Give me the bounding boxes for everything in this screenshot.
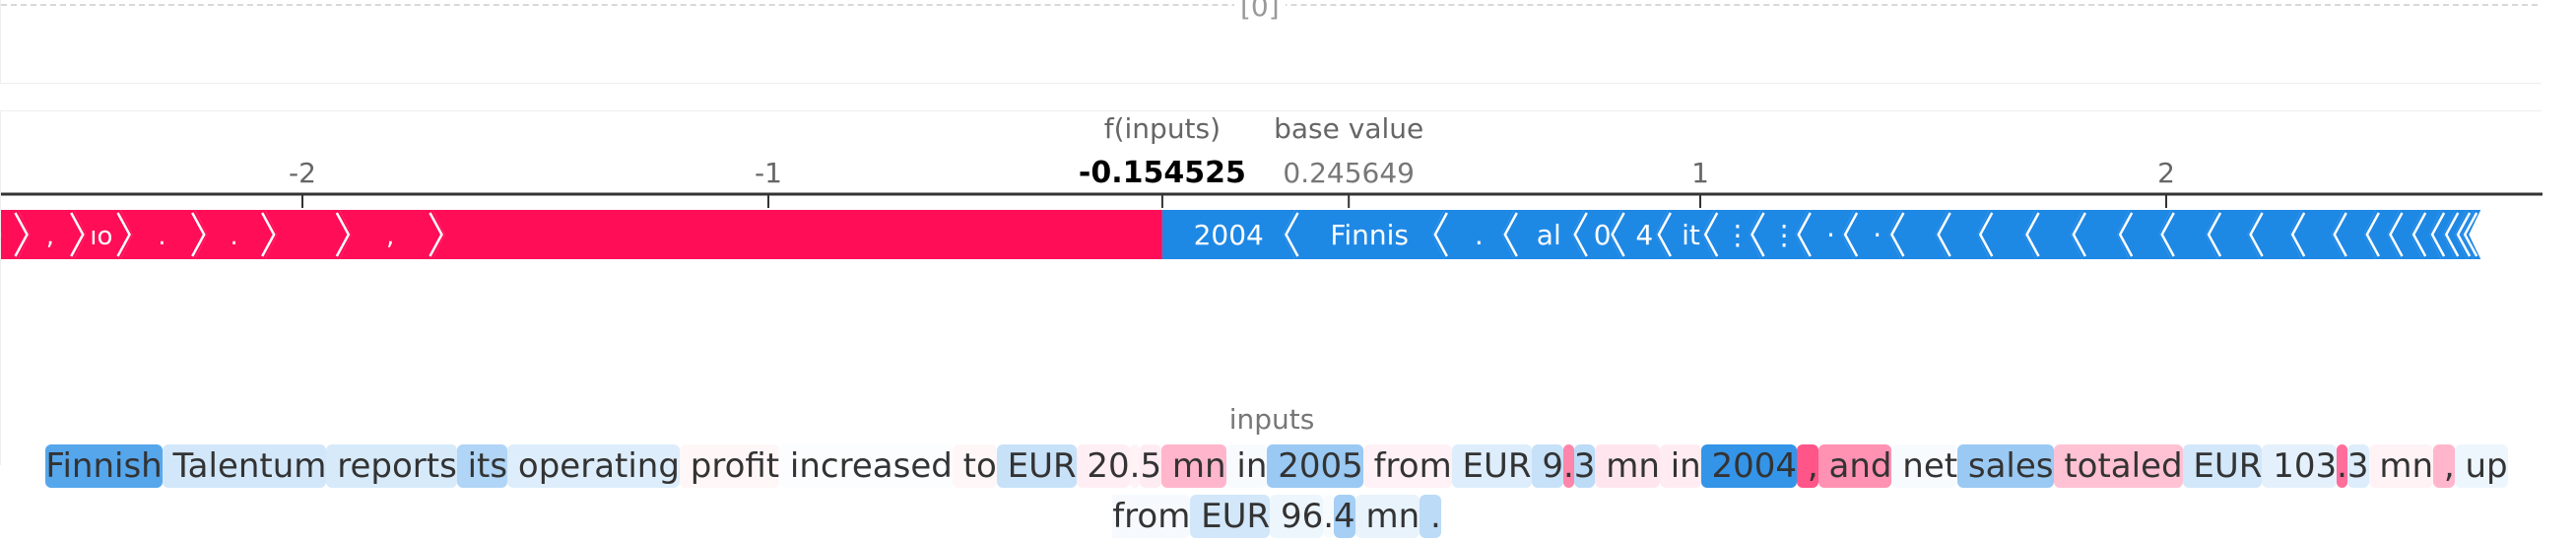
input-token[interactable]: in (1226, 444, 1267, 488)
segment-label: , (46, 222, 54, 251)
segment-label: · (1826, 219, 1835, 251)
input-token[interactable]: 4 (1334, 495, 1355, 538)
input-token[interactable]: operating (507, 444, 680, 488)
inputs-label: inputs (1228, 403, 1315, 436)
input-token[interactable]: 2005 (1267, 444, 1363, 488)
input-token[interactable]: totaled (2053, 444, 2183, 488)
input-token[interactable]: , (1797, 444, 1818, 488)
input-token[interactable]: . (1323, 495, 1334, 538)
previous-output-panel: [0] (0, 0, 2542, 84)
segment-label: . (231, 222, 238, 251)
segment-label: al (1537, 219, 1561, 251)
input-token[interactable]: to (952, 444, 997, 488)
input-token[interactable]: , (2433, 444, 2455, 488)
segment-label: ⋮ (1770, 219, 1798, 251)
base-value-number: 0.245649 (1283, 157, 1415, 189)
output-index-label: [0] (1234, 0, 1286, 23)
input-token[interactable]: increased (779, 444, 953, 488)
input-token[interactable]: . (1129, 444, 1141, 488)
x-tick-label: 1 (1691, 157, 1709, 189)
segment-label: 0 (1594, 219, 1612, 251)
segment-label: it (1682, 219, 1700, 251)
negative-feature-segment (432, 210, 1162, 259)
input-token[interactable]: 3 (1573, 444, 1596, 488)
input-token[interactable]: . (1420, 495, 1441, 538)
input-token[interactable]: net (1891, 444, 1957, 488)
input-token[interactable]: reports (326, 444, 457, 488)
input-token[interactable]: 103 (2262, 444, 2338, 488)
input-token[interactable]: EUR (996, 444, 1077, 488)
input-token[interactable]: and (1817, 444, 1892, 488)
input-token[interactable]: 20 (1076, 444, 1130, 488)
segment-label: . (1475, 219, 1484, 251)
base-value-label: base value (1274, 112, 1423, 145)
input-token[interactable]: 3 (2346, 444, 2369, 488)
input-token[interactable]: 2004 (1700, 444, 1798, 488)
f-inputs-value: -0.154525 (1079, 156, 1246, 190)
input-token[interactable]: mn (2368, 444, 2434, 488)
input-token[interactable]: EUR (1451, 444, 1532, 488)
input-token[interactable]: from (1362, 444, 1452, 488)
input-token[interactable]: Finnish (45, 444, 163, 488)
input-token[interactable]: its (456, 444, 508, 488)
segment-label: . (158, 222, 165, 251)
f-inputs-label: f(inputs) (1104, 112, 1221, 145)
input-token[interactable]: . (2337, 444, 2347, 488)
input-token[interactable]: sales (1957, 444, 2054, 488)
segment-label: , (386, 222, 394, 251)
segment-label: ıo (90, 222, 112, 251)
input-token[interactable]: mn (1595, 444, 1660, 488)
input-token[interactable]: mn (1354, 495, 1420, 538)
input-token[interactable]: . (1562, 444, 1574, 488)
segment-label: 4 (1635, 219, 1653, 251)
segment-label: 2004 (1194, 219, 1264, 251)
input-token[interactable]: EUR (1190, 495, 1271, 538)
input-token[interactable]: mn (1161, 444, 1226, 488)
x-tick-label: -2 (289, 157, 316, 189)
input-token[interactable]: 96 (1270, 495, 1324, 538)
input-token[interactable]: Talentum (162, 444, 327, 488)
token-text: Finnish Talentum reports its operating p… (16, 441, 2538, 542)
x-tick-label: 2 (2157, 157, 2175, 189)
segment-label: ⋮ (1724, 219, 1751, 251)
input-token[interactable]: from (1112, 495, 1191, 538)
x-tick-label: -1 (755, 157, 782, 189)
input-token[interactable]: 9 (1531, 444, 1563, 488)
input-token[interactable]: in (1659, 444, 1701, 488)
input-token[interactable]: EUR (2182, 444, 2263, 488)
input-token[interactable]: profit (679, 444, 780, 488)
force-plot-panel: -2 -1 1 2 0.245649 base value -0.154525 f(input… (0, 110, 2543, 538)
segment-label: · (1873, 219, 1882, 251)
force-plot: -2 -1 1 2 0.245649 base value -0.154525 f(input… (1, 112, 2543, 259)
segment-label: Finnis (1330, 219, 1409, 251)
input-token[interactable]: 5 (1140, 444, 1162, 488)
input-token[interactable]: up (2454, 444, 2508, 488)
